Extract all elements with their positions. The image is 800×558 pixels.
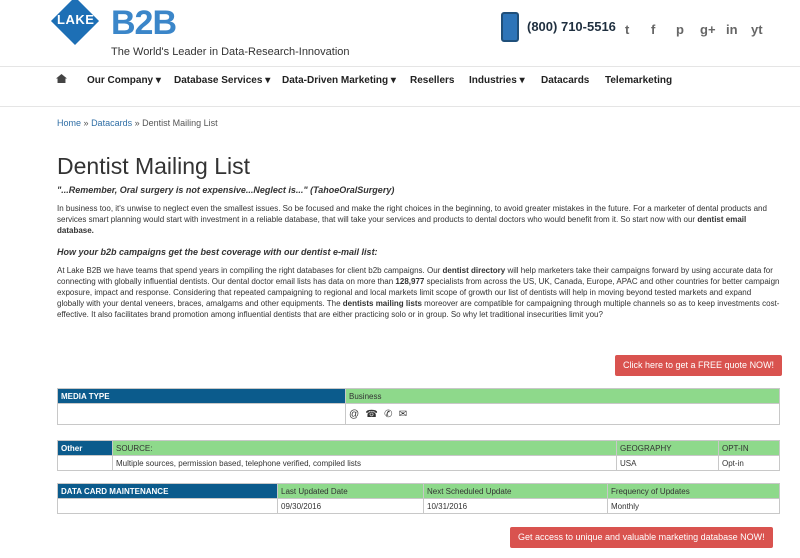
linkedin-icon[interactable]: in — [726, 22, 738, 37]
next-update-header: Next Scheduled Update — [423, 483, 608, 499]
nav-our-company[interactable]: Our Company ▾ — [87, 75, 161, 86]
google-plus-icon[interactable]: g+ — [700, 22, 716, 37]
fax-icon: ☎ — [365, 408, 378, 420]
datacard-maintenance-table: DATA CARD MAINTENANCE Last Updated Date … — [57, 483, 780, 514]
nav-resellers[interactable]: Resellers — [410, 75, 454, 86]
intro-quote: "...Remember, Oral surgery is not expens… — [57, 185, 395, 195]
nav-database-services[interactable]: Database Services ▾ — [174, 75, 270, 86]
last-updated-header: Last Updated Date — [277, 483, 424, 499]
datacard-maintenance-label: DATA CARD MAINTENANCE — [57, 483, 278, 499]
phone-icon: ✆ — [384, 408, 393, 420]
email-icon: @ — [349, 408, 360, 420]
media-type-table: MEDIA TYPE Business @ ☎ ✆ ✉ — [57, 388, 780, 425]
free-quote-button[interactable]: Click here to get a FREE quote NOW! — [615, 355, 783, 376]
breadcrumb-separator: » — [83, 118, 89, 128]
section-subheading: How your b2b campaigns get the best cove… — [57, 247, 378, 257]
optin-value: Opt-in — [718, 455, 780, 471]
media-type-header: MEDIA TYPE — [57, 388, 346, 404]
twitter-icon[interactable]: t — [625, 22, 629, 37]
tagline: The World's Leader in Data-Research-Inno… — [111, 46, 350, 58]
breadcrumb: Home » Datacards » Dentist Mailing List — [57, 118, 218, 128]
site-header: LAKE B2B The World's Leader in Data-Rese… — [0, 0, 800, 67]
other-label: Other — [57, 440, 113, 456]
nav-data-driven-marketing[interactable]: Data-Driven Marketing ▾ — [282, 75, 396, 86]
frequency-value: Monthly — [607, 498, 780, 514]
nav-telemarketing[interactable]: Telemarketing — [605, 75, 672, 86]
page-title: Dentist Mailing List — [57, 153, 251, 179]
optin-header: OPT-IN — [718, 440, 780, 456]
breadcrumb-current: Dentist Mailing List — [142, 118, 218, 128]
source-value: Multiple sources, permission based, tele… — [112, 455, 617, 471]
next-update-value: 10/31/2016 — [423, 498, 608, 514]
get-access-button[interactable]: Get access to unique and valuable market… — [510, 527, 773, 548]
media-type-value: Business — [345, 388, 780, 404]
chevron-down-icon: ▾ — [265, 75, 271, 86]
highlight-term: dentist directory — [442, 266, 506, 275]
youtube-icon[interactable]: yt — [751, 22, 763, 37]
chevron-down-icon: ▾ — [155, 75, 161, 86]
highlight-term: dentists mailing lists — [342, 299, 422, 308]
other-table: Other SOURCE: GEOGRAPHY OPT-IN Multiple … — [57, 440, 780, 471]
datacard-empty-cell — [57, 498, 278, 514]
geography-value: USA — [616, 455, 719, 471]
media-type-empty-cell — [57, 403, 346, 425]
home-icon[interactable] — [56, 74, 67, 83]
frequency-header: Frequency of Updates — [607, 483, 780, 499]
other-empty-cell — [57, 455, 113, 471]
nav-industries[interactable]: Industries ▾ — [469, 75, 525, 86]
pinterest-icon[interactable]: p — [676, 22, 684, 37]
main-nav: Our Company ▾ Database Services ▾ Data-D… — [0, 67, 800, 107]
mail-icon: ✉ — [398, 408, 408, 420]
intro-paragraph: In business too, it's unwise to neglect … — [57, 204, 767, 235]
chevron-down-icon: ▾ — [519, 75, 525, 86]
breadcrumb-datacards[interactable]: Datacards — [91, 118, 132, 128]
last-updated-value: 09/30/2016 — [277, 498, 424, 514]
chevron-down-icon: ▾ — [390, 75, 396, 86]
mobile-phone-icon — [501, 12, 519, 42]
facebook-icon[interactable]: f — [651, 22, 655, 37]
media-icons-cell: @ ☎ ✆ ✉ — [345, 403, 780, 425]
highlight-count: 128,977 — [395, 277, 425, 286]
logo-text[interactable]: LAKE — [57, 12, 94, 27]
body-paragraph: At Lake B2B we have teams that spend yea… — [57, 266, 780, 319]
source-header: SOURCE: — [112, 440, 617, 456]
phone-number[interactable]: (800) 710-5516 — [527, 19, 616, 34]
geography-header: GEOGRAPHY — [616, 440, 719, 456]
breadcrumb-separator: » — [134, 118, 140, 128]
logo-b2b[interactable]: B2B — [111, 6, 177, 40]
breadcrumb-home[interactable]: Home — [57, 118, 81, 128]
nav-datacards[interactable]: Datacards — [541, 75, 589, 86]
